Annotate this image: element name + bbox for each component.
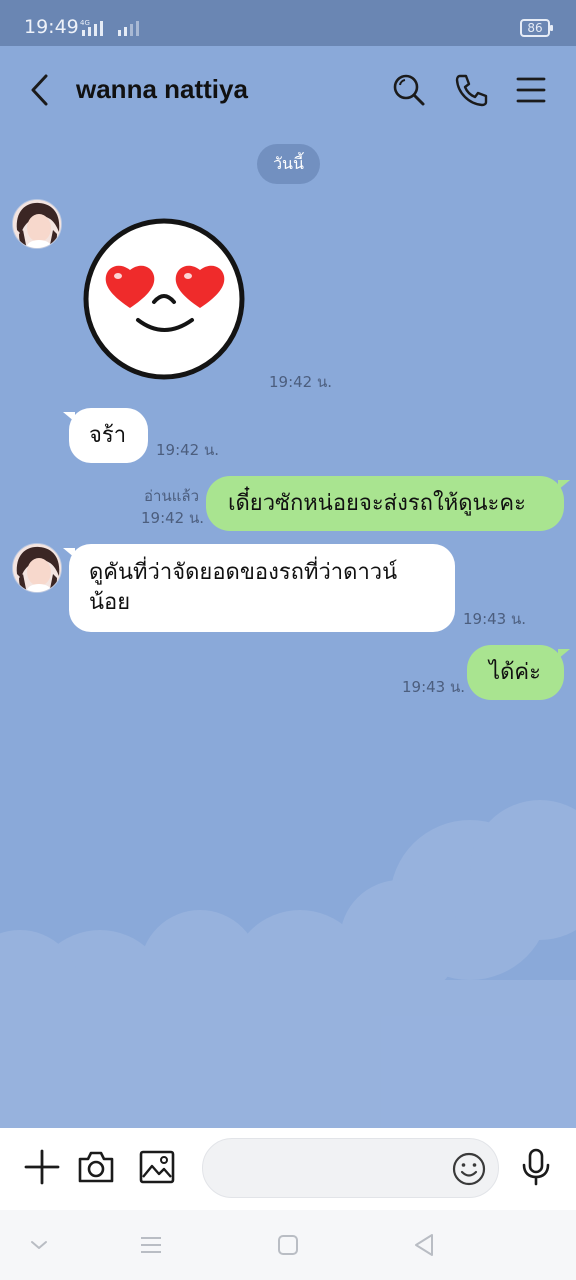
plus-icon[interactable] xyxy=(22,1147,62,1187)
avatar-photo xyxy=(13,200,61,248)
signal-icon xyxy=(118,21,139,36)
contact-avatar[interactable] xyxy=(12,543,62,593)
search-icon[interactable] xyxy=(390,70,428,110)
emoji-icon[interactable] xyxy=(450,1150,488,1188)
status-time: 19:49 xyxy=(24,16,79,38)
avatar-photo xyxy=(13,544,61,592)
message-input-bar xyxy=(0,1128,576,1210)
background-clouds xyxy=(0,800,576,1128)
system-nav-bar xyxy=(0,1210,576,1280)
menu-icon[interactable] xyxy=(512,70,550,110)
recents-icon[interactable] xyxy=(136,1230,166,1260)
image-icon[interactable] xyxy=(137,1147,177,1187)
message-time: 19:42 น. xyxy=(269,373,333,391)
heart-eyes-sticker[interactable] xyxy=(82,218,246,380)
incoming-message-bubble[interactable]: ดูคันที่ว่าจัดยอดของรถที่ว่าดาวน์น้อย xyxy=(63,544,455,632)
status-bar: 19:49 4G 86 xyxy=(0,0,576,46)
message-time: 19:42 น. xyxy=(141,509,205,527)
message-time: 19:42 น. xyxy=(156,441,220,459)
chevron-down-icon[interactable] xyxy=(24,1230,54,1260)
outgoing-message-bubble[interactable]: ได้ค่ะ xyxy=(467,645,570,700)
mic-icon[interactable] xyxy=(516,1147,556,1187)
date-divider: วันนี้ xyxy=(257,144,320,184)
back-icon[interactable] xyxy=(26,72,56,108)
back-triangle-icon[interactable] xyxy=(410,1230,440,1260)
phone-icon[interactable] xyxy=(451,70,489,110)
battery-indicator: 86 xyxy=(520,19,553,37)
camera-icon[interactable] xyxy=(76,1147,116,1187)
message-time: 19:43 น. xyxy=(402,678,466,696)
chat-title[interactable]: wanna nattiya xyxy=(76,74,248,105)
read-receipt: อ่านแล้ว xyxy=(144,487,199,505)
signal-4g-icon: 4G xyxy=(80,19,103,36)
svg-text:4G: 4G xyxy=(80,19,90,27)
chat-header: wanna nattiya xyxy=(0,46,576,136)
message-time: 19:43 น. xyxy=(463,610,527,628)
contact-avatar[interactable] xyxy=(12,199,62,249)
incoming-message-bubble[interactable]: จร้า xyxy=(63,408,148,463)
home-icon[interactable] xyxy=(273,1230,303,1260)
outgoing-message-bubble[interactable]: เดี๋ยวซักหน่อยจะส่งรถให้ดูนะคะ xyxy=(206,476,570,531)
